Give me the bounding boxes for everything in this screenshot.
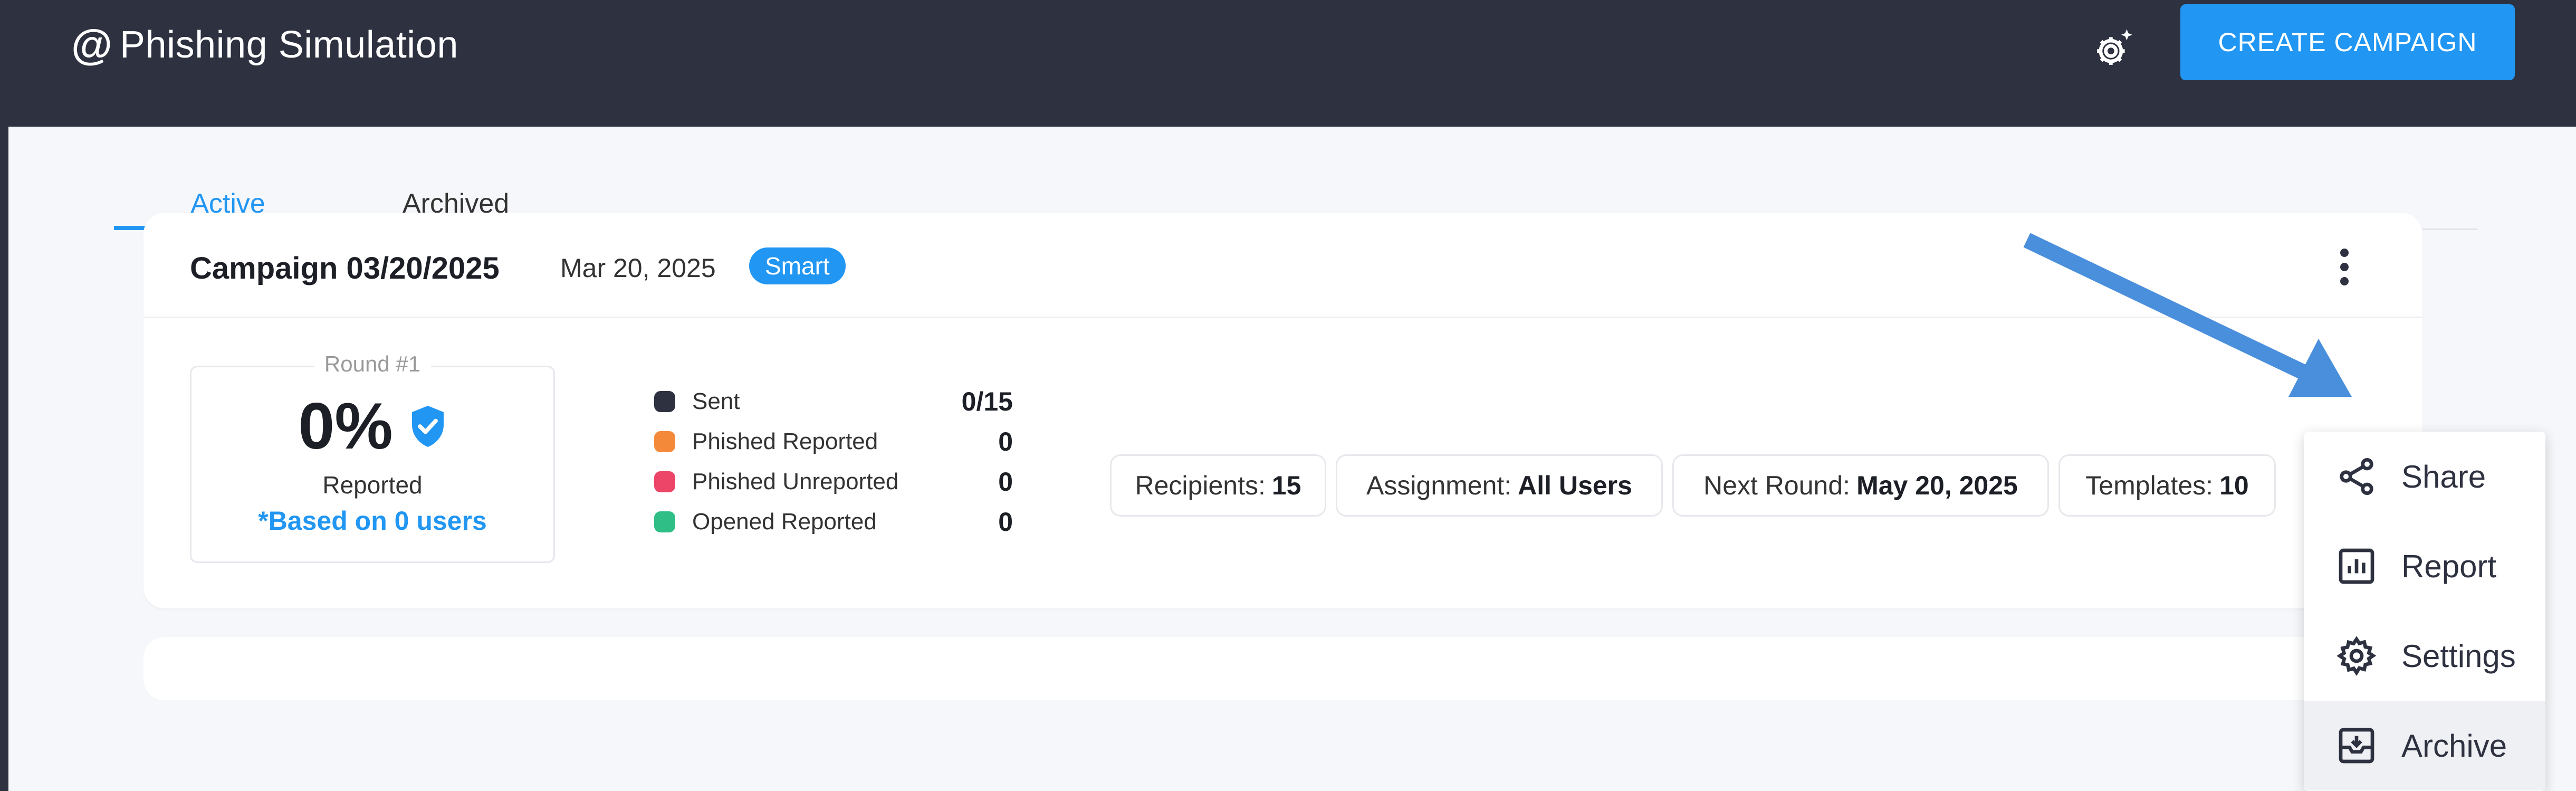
reported-label: Reported xyxy=(322,471,423,499)
gear-icon xyxy=(2336,636,2377,676)
round-summary: Round #1 0% Reported *Based on 0 users xyxy=(190,351,555,563)
campaign-date: Mar 20, 2025 xyxy=(560,253,716,283)
stat-label: Phished Unreported xyxy=(692,469,899,494)
menu-item-archive[interactable]: Archive xyxy=(2304,701,2545,790)
gear-sparkle-icon[interactable] xyxy=(2090,24,2138,72)
stat-value: 0/15 xyxy=(961,387,1013,416)
campaign-card: Campaign 03/20/2025 Mar 20, 2025 Smart R… xyxy=(143,213,2422,608)
stat-phished-unreported: Phished Unreported 0 xyxy=(654,462,1013,502)
stat-sent: Sent 0/15 xyxy=(654,382,1013,422)
stat-value: 0 xyxy=(998,467,1013,497)
based-on-note: *Based on 0 users xyxy=(258,506,487,536)
round-label: Round #1 xyxy=(313,351,432,377)
stat-value: 0 xyxy=(998,427,1013,456)
menu-label: Archive xyxy=(2401,728,2507,764)
recipients-chip: Recipients: 15 xyxy=(1110,454,1326,517)
stat-phished-reported: Phished Reported 0 xyxy=(654,422,1013,462)
smart-badge: Smart xyxy=(749,247,846,284)
at-sign-icon: @ xyxy=(71,21,113,68)
campaign-name[interactable]: Campaign 03/20/2025 xyxy=(190,251,500,286)
left-edge xyxy=(0,127,8,791)
campaign-options-menu: Share Report Settings Archive xyxy=(2304,432,2545,791)
report-chart-icon xyxy=(2339,548,2374,584)
phished-unreported-dot xyxy=(654,471,675,492)
stat-value: 0 xyxy=(998,507,1013,537)
phished-reported-dot xyxy=(654,431,675,452)
archive-icon xyxy=(2339,728,2374,764)
create-campaign-button[interactable]: CREATE CAMPAIGN xyxy=(2180,4,2515,80)
menu-item-share[interactable]: Share xyxy=(2304,432,2545,521)
next-campaign-card xyxy=(143,637,2422,700)
opened-reported-dot xyxy=(654,511,675,532)
more-options-icon[interactable] xyxy=(2331,243,2358,291)
app-brand: @ Phishing Simulation xyxy=(71,21,458,69)
menu-item-report[interactable]: Report xyxy=(2304,521,2545,611)
shield-check-icon xyxy=(411,406,444,447)
stat-label: Sent xyxy=(692,388,740,414)
stat-label: Phished Reported xyxy=(692,428,878,454)
stat-label: Opened Reported xyxy=(692,509,877,535)
templates-chip: Templates: 10 xyxy=(2058,454,2276,517)
next-round-chip: Next Round: May 20, 2025 xyxy=(1672,454,2049,517)
reported-percent: 0% xyxy=(298,390,393,463)
menu-item-settings[interactable]: Settings xyxy=(2304,611,2545,701)
stat-opened-reported: Opened Reported 0 xyxy=(654,502,1013,542)
assignment-chip: Assignment: All Users xyxy=(1336,454,1663,517)
menu-label: Report xyxy=(2401,548,2497,584)
sent-dot xyxy=(654,391,675,412)
campaign-card-header: Campaign 03/20/2025 Mar 20, 2025 Smart xyxy=(143,213,2422,318)
menu-label: Settings xyxy=(2401,638,2516,674)
share-icon xyxy=(2340,458,2373,495)
menu-label: Share xyxy=(2401,459,2486,494)
app-title: Phishing Simulation xyxy=(120,24,458,66)
top-header: @ Phishing Simulation CREATE CAMPAIGN xyxy=(0,0,2576,127)
